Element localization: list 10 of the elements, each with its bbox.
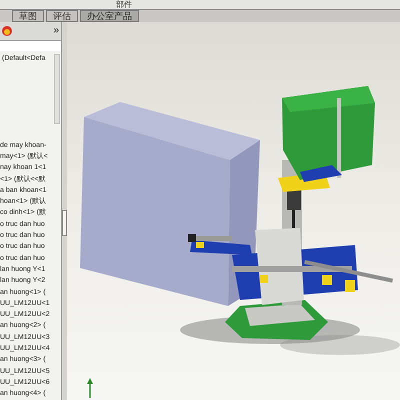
ribbon-tab[interactable]: 草图 (12, 10, 44, 22)
axis-triad-icon (87, 378, 93, 398)
splitter-handle[interactable] (62, 210, 67, 236)
scrollbar (54, 54, 60, 124)
toolbar-label[interactable]: 部件 (116, 0, 132, 9)
ribbon-tab[interactable]: 办公室产品 (80, 10, 139, 22)
ribbon-tab[interactable]: 评估 (46, 10, 78, 22)
expand-button[interactable]: » (53, 26, 59, 36)
appearance-icon[interactable] (2, 26, 12, 36)
filter-bar (0, 41, 61, 51)
